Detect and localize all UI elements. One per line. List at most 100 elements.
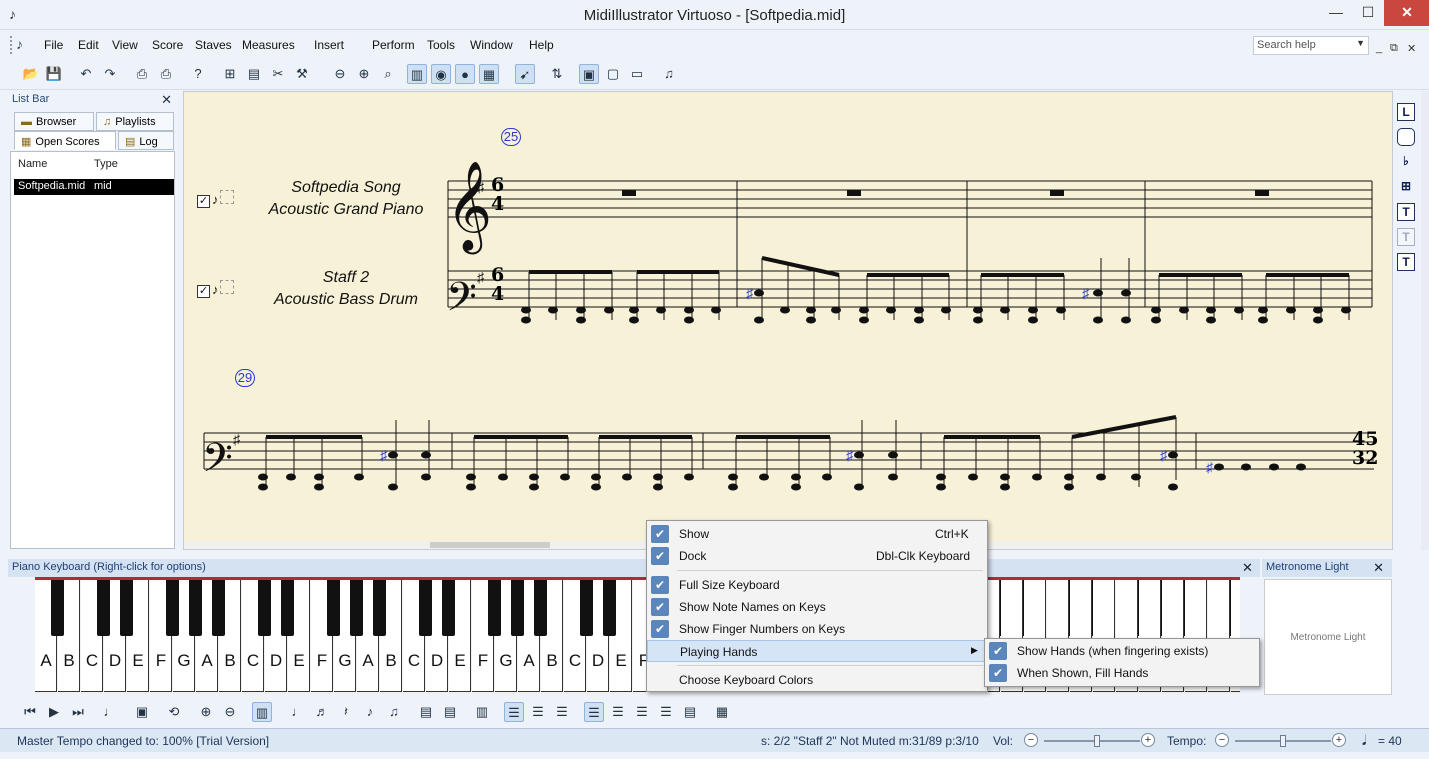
keyboard-view-icon[interactable]: ▥ bbox=[252, 702, 272, 722]
menu-item-full-size-keyboard[interactable]: ✔ Full Size Keyboard bbox=[647, 574, 987, 596]
menu-item-fill-hands[interactable]: ✔ When Shown, Fill Hands bbox=[985, 662, 1259, 684]
note-icon[interactable]: ♪ bbox=[212, 282, 219, 297]
staff1-visible-checkbox[interactable]: ✓ bbox=[197, 195, 210, 208]
black-key[interactable] bbox=[603, 580, 616, 636]
print-preview-icon[interactable]: ⎙ bbox=[156, 64, 176, 84]
menu-item-show-note-names[interactable]: ✔ Show Note Names on Keys bbox=[647, 596, 987, 618]
black-key[interactable] bbox=[419, 580, 432, 636]
staff1-label[interactable]: Softpedia Song Acoustic Grand Piano bbox=[236, 177, 456, 221]
list-bar-close-icon[interactable]: ✕ bbox=[161, 92, 172, 108]
mdi-minimize-button[interactable]: _ bbox=[1376, 42, 1382, 54]
menu-measures[interactable]: Measures bbox=[242, 38, 295, 52]
text-icon[interactable]: T bbox=[1397, 228, 1415, 246]
black-key[interactable] bbox=[281, 580, 294, 636]
play-icon[interactable]: ▶ bbox=[44, 702, 64, 722]
menu-perform[interactable]: Perform bbox=[372, 38, 415, 52]
volume-slider-knob[interactable] bbox=[1094, 735, 1100, 747]
volume-down-button[interactable]: − bbox=[1024, 733, 1038, 747]
mdi-close-button[interactable]: ✕ bbox=[1407, 42, 1416, 55]
black-key[interactable] bbox=[511, 580, 524, 636]
metronome-light-icon[interactable]: ● bbox=[455, 64, 475, 84]
dynamics-icon[interactable]: ♭ bbox=[1397, 153, 1415, 171]
tab-open-scores[interactable]: ▦ Open Scores bbox=[14, 131, 116, 150]
menu-window[interactable]: Window bbox=[470, 38, 513, 52]
zoom-out-icon[interactable]: ⊖ bbox=[330, 64, 350, 84]
page-layout-icon[interactable]: ▢ bbox=[603, 64, 623, 84]
measure-number-29[interactable]: 29 bbox=[235, 369, 255, 387]
sixteenth-note-icon[interactable]: ♬ bbox=[312, 702, 332, 722]
print-icon[interactable]: ⎙ bbox=[132, 64, 152, 84]
open-folder-icon[interactable]: 📂 bbox=[21, 64, 41, 84]
note-icon[interactable]: ♪ bbox=[212, 192, 219, 207]
lyrics-icon[interactable]: L bbox=[1397, 103, 1415, 121]
menu-insert[interactable]: Insert bbox=[314, 38, 344, 52]
tempo-down-button[interactable]: − bbox=[1215, 733, 1229, 747]
distribute-icon[interactable]: ☰ bbox=[656, 702, 676, 722]
tempo-slider-knob[interactable] bbox=[1280, 735, 1286, 747]
rewind-icon[interactable]: ⏮ bbox=[20, 702, 40, 722]
keyboard-toggle-icon[interactable]: ▥ bbox=[407, 64, 427, 84]
loop-icon[interactable]: ⟲ bbox=[164, 702, 184, 722]
page-view-icon[interactable]: ▣ bbox=[579, 64, 599, 84]
black-key[interactable] bbox=[327, 580, 340, 636]
menu-item-choose-keyboard-colors[interactable]: Choose Keyboard Colors bbox=[647, 669, 987, 691]
align-right-indent-icon[interactable]: ☰ bbox=[632, 702, 652, 722]
zoom-fit-icon[interactable]: ⌕ bbox=[378, 64, 398, 84]
volume-slider[interactable] bbox=[1044, 735, 1140, 747]
volume-up-button[interactable]: + bbox=[1141, 733, 1155, 747]
align-left-icon[interactable]: ☰ bbox=[504, 702, 524, 722]
search-help-input[interactable]: Search help ▼ bbox=[1253, 36, 1369, 55]
black-key[interactable] bbox=[488, 580, 501, 636]
print-layout-icon[interactable]: ▤ bbox=[680, 702, 700, 722]
chord-icon[interactable]: ⊞ bbox=[1397, 178, 1415, 196]
menu-tools[interactable]: Tools bbox=[427, 38, 455, 52]
align-right-icon[interactable]: ☰ bbox=[608, 702, 628, 722]
book-icon[interactable]: ▤ bbox=[244, 64, 264, 84]
menu-item-playing-hands[interactable]: Playing Hands ▶ bbox=[647, 640, 987, 662]
chevron-down-icon[interactable]: ▼ bbox=[1356, 38, 1365, 48]
staff-wizard-icon[interactable]: ⊞ bbox=[220, 64, 240, 84]
minimize-button[interactable]: — bbox=[1320, 0, 1352, 26]
menu-edit[interactable]: Edit bbox=[78, 38, 99, 52]
zoom-in-icon[interactable]: ⊕ bbox=[354, 64, 374, 84]
tempo-slider[interactable] bbox=[1235, 735, 1331, 747]
menu-view[interactable]: View bbox=[112, 38, 138, 52]
zoom-tempo-down-icon[interactable]: ⊖ bbox=[220, 702, 240, 722]
mixer-icon[interactable]: ▦ bbox=[479, 64, 499, 84]
count-in-icon[interactable]: ▣ bbox=[132, 702, 152, 722]
black-key[interactable] bbox=[166, 580, 179, 636]
menu-item-show-finger-numbers[interactable]: ✔ Show Finger Numbers on Keys bbox=[647, 618, 987, 640]
tempo-up-button[interactable]: + bbox=[1332, 733, 1346, 747]
add-staff-icon[interactable]: ▤ bbox=[440, 702, 460, 722]
rest-icon[interactable]: 𝄽 bbox=[336, 702, 356, 722]
align-center-icon[interactable]: ☰ bbox=[528, 702, 548, 722]
black-key[interactable] bbox=[189, 580, 202, 636]
justify-icon[interactable]: ☰ bbox=[584, 702, 604, 722]
black-key[interactable] bbox=[534, 580, 547, 636]
black-key[interactable] bbox=[350, 580, 363, 636]
bpm-icon[interactable]: ◉ bbox=[431, 64, 451, 84]
menu-grip[interactable] bbox=[10, 36, 13, 54]
metronome-icon[interactable]: ♩ bbox=[100, 702, 120, 722]
tools-icon[interactable]: ✂ bbox=[268, 64, 288, 84]
column-name-header[interactable]: Name bbox=[18, 158, 47, 170]
maximize-button[interactable]: ☐ bbox=[1352, 0, 1384, 26]
black-key[interactable] bbox=[51, 580, 64, 636]
select-pointer-icon[interactable]: ➹ bbox=[515, 64, 535, 84]
score-properties-icon[interactable]: ♫ bbox=[659, 64, 679, 84]
black-key[interactable] bbox=[258, 580, 271, 636]
settings-icon[interactable]: ⚒ bbox=[292, 64, 312, 84]
text-style-icon[interactable]: T bbox=[1397, 253, 1415, 271]
staff2-visible-checkbox[interactable]: ✓ bbox=[197, 285, 210, 298]
menu-score[interactable]: Score bbox=[152, 38, 183, 52]
menu-help[interactable]: Help bbox=[529, 38, 554, 52]
menu-item-dock[interactable]: ✔ Dock Dbl-Clk Keyboard bbox=[647, 545, 987, 567]
text-marker-icon[interactable]: T bbox=[1397, 203, 1415, 221]
comment-icon[interactable] bbox=[1397, 128, 1415, 146]
zoom-tempo-icon[interactable]: ⊕ bbox=[196, 702, 216, 722]
black-key[interactable] bbox=[442, 580, 455, 636]
column-type-header[interactable]: Type bbox=[94, 158, 118, 170]
tab-log[interactable]: ▤ Log bbox=[118, 131, 174, 150]
black-key[interactable] bbox=[580, 580, 593, 636]
app-menu-icon[interactable]: ♪ bbox=[16, 36, 23, 52]
